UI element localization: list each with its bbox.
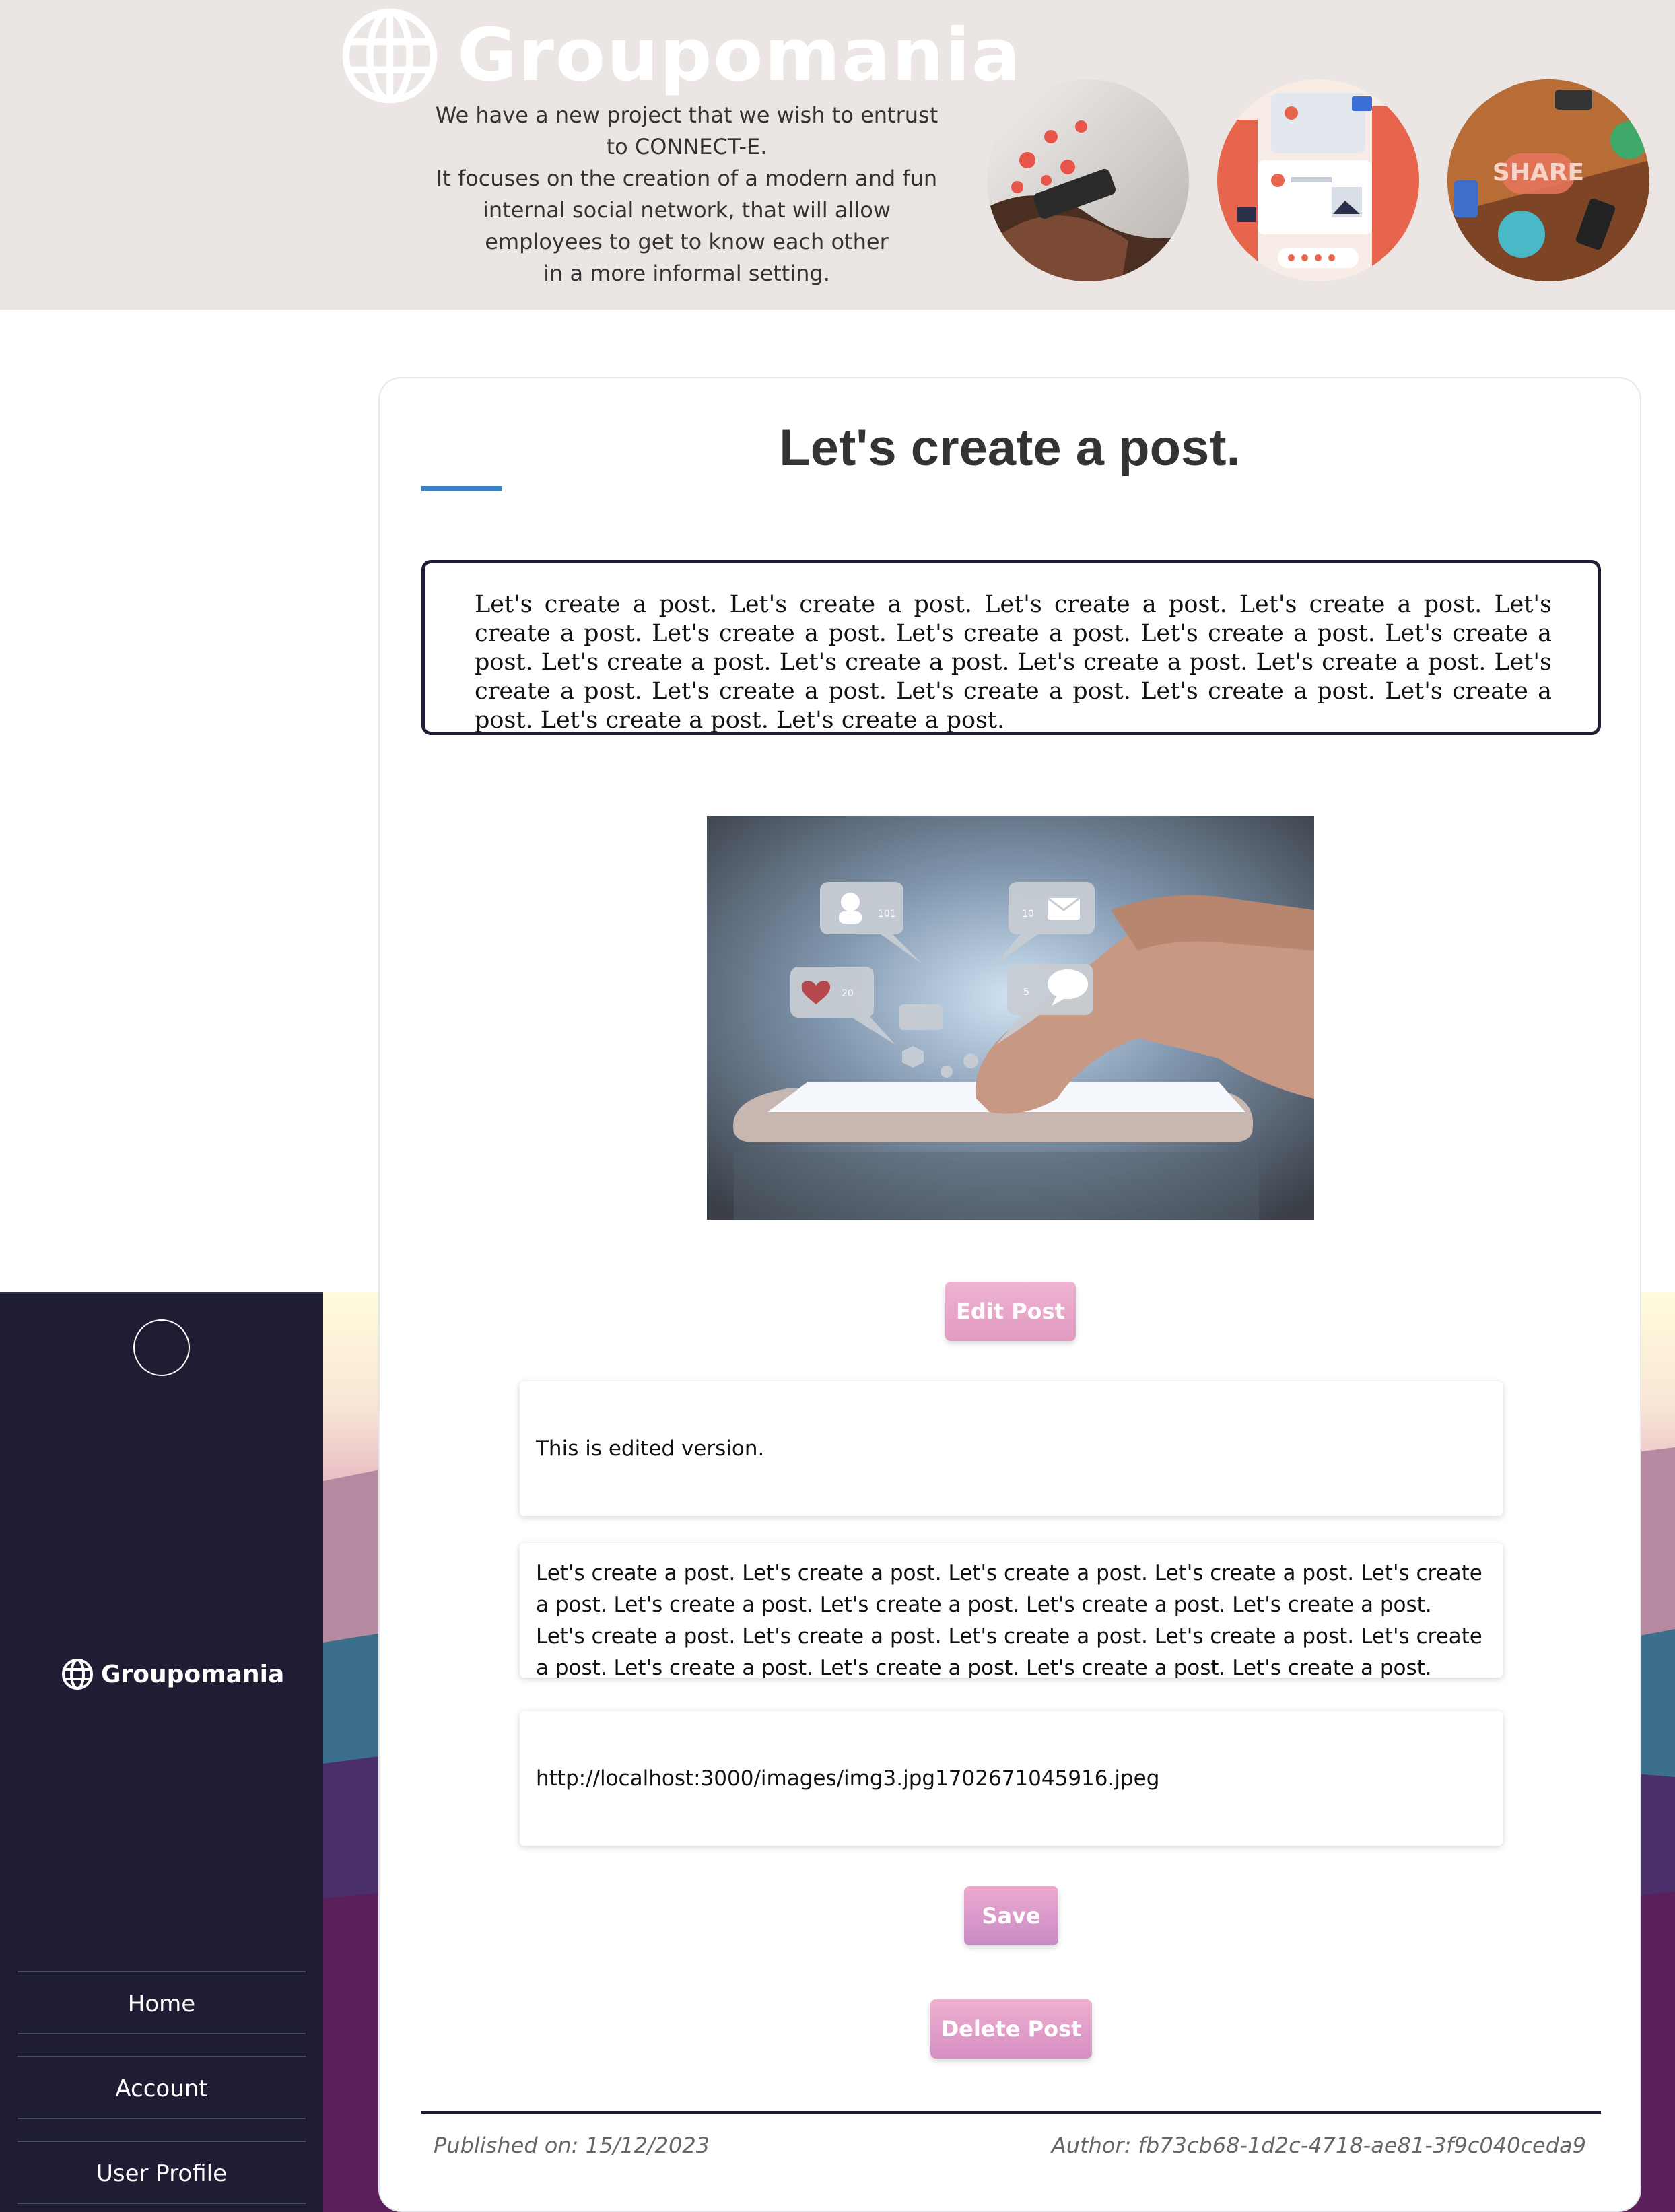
post-card: Let's create a post. Let's create a post… [378, 377, 1641, 2212]
header-brand: Groupomania [340, 7, 1022, 104]
sidebar-brand-name: Groupomania [101, 1660, 285, 1688]
globe-icon [62, 1659, 93, 1690]
delete-post-button[interactable]: Delete Post [930, 1999, 1092, 2059]
avatar[interactable] [133, 1319, 190, 1376]
header-brand-name: Groupomania [457, 13, 1022, 98]
intro-line: internal social network, that will allow [483, 197, 891, 223]
title-underline [421, 486, 502, 491]
edit-image-url-field[interactable]: http://localhost:3000/images/img3.jpg170… [520, 1711, 1503, 1846]
share-table-photo: SHARE [1447, 79, 1649, 281]
intro-line: to CONNECT-E. [606, 134, 767, 160]
post-body: Let's create a post. Let's create a post… [421, 560, 1601, 735]
svg-text:20: 20 [842, 988, 854, 999]
svg-text:5: 5 [1023, 987, 1029, 998]
sidebar-item-home[interactable]: Home [18, 1971, 306, 2034]
sidebar-brand[interactable]: Groupomania [61, 1657, 284, 1691]
intro-text: We have a new project that we wish to en… [411, 100, 963, 289]
edit-content-field[interactable]: Let's create a post. Let's create a post… [520, 1543, 1503, 1678]
page-title: Let's create a post. [779, 419, 1241, 477]
header-banner: Groupomania We have a new project that w… [0, 0, 1675, 310]
globe-icon [342, 8, 438, 103]
edit-title-value: This is edited version. [536, 1437, 765, 1461]
published-date: Published on: 15/12/2023 [434, 2133, 710, 2158]
footer-divider [421, 2111, 1601, 2114]
edit-title-field[interactable]: This is edited version. [520, 1381, 1503, 1516]
social-notifications-photo [987, 79, 1189, 281]
intro-line: employees to get to know each other [485, 229, 889, 254]
post-image: 101 10 20 5 [707, 816, 1314, 1220]
intro-line: in a more informal setting. [543, 261, 830, 286]
social-media-illustration [1217, 79, 1419, 281]
sidebar-item-account[interactable]: Account [18, 2056, 306, 2119]
edit-post-button[interactable]: Edit Post [945, 1282, 1076, 1341]
svg-text:SHARE: SHARE [1493, 159, 1584, 186]
svg-text:101: 101 [878, 909, 896, 920]
sidebar-item-user-profile[interactable]: User Profile [18, 2141, 306, 2204]
sidebar-nav: Home Account User Profile [18, 1971, 306, 2212]
intro-line: We have a new project that we wish to en… [435, 102, 938, 128]
svg-text:10: 10 [1022, 909, 1034, 920]
save-button[interactable]: Save [964, 1886, 1058, 1945]
intro-line: It focuses on the creation of a modern a… [436, 166, 938, 191]
edit-image-url-value: http://localhost:3000/images/img3.jpg170… [536, 1766, 1160, 1791]
sidebar: Groupomania Home Account User Profile [0, 1292, 323, 2212]
author-id: Author: fb73cb68-1d2c-4718-ae81-3f9c040c… [1051, 2133, 1586, 2158]
